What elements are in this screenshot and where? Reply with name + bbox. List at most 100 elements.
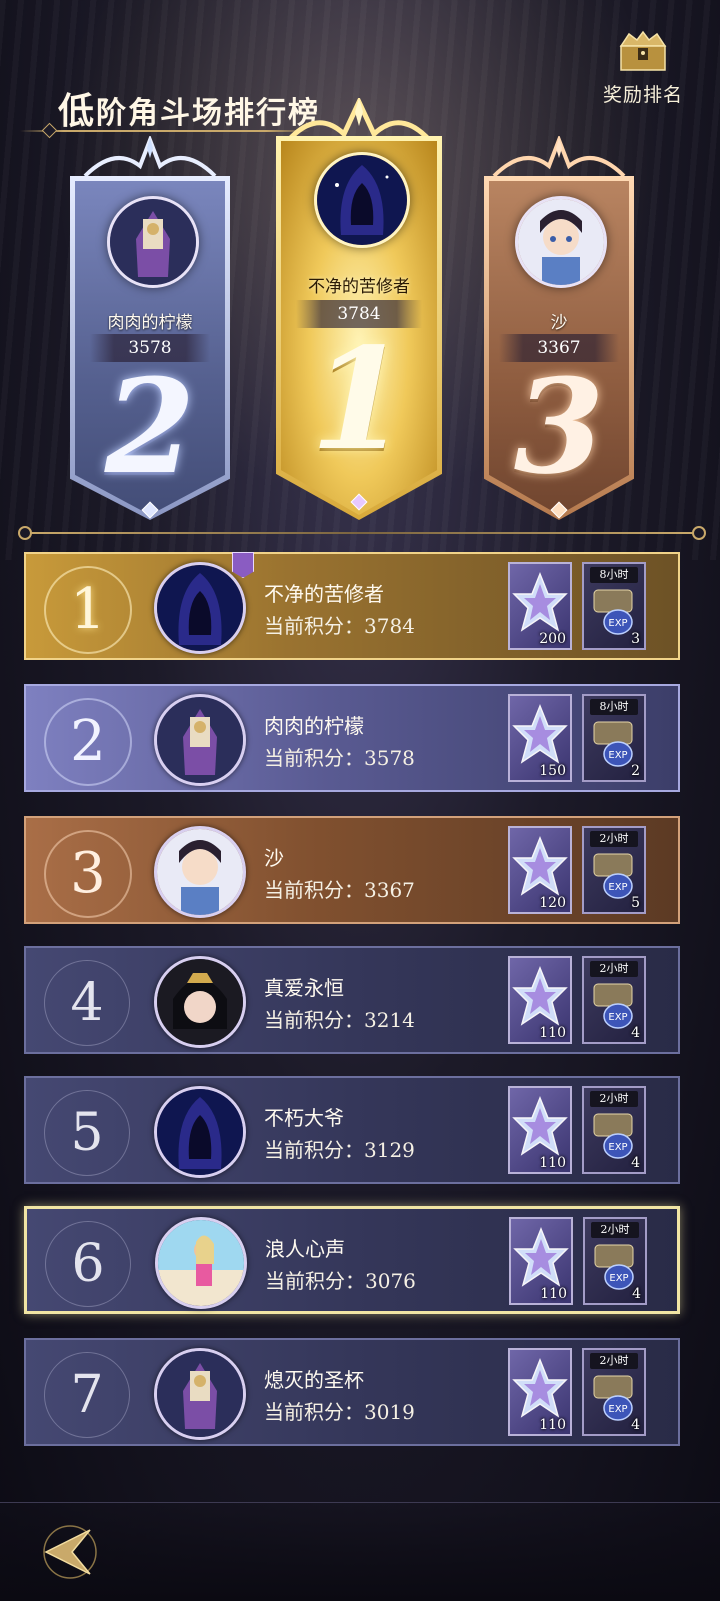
ranking-row-3[interactable]: 3 沙当前积分：3367 120 EXP 2小时 5 (24, 816, 680, 924)
podium-rank-number: 2 (104, 350, 196, 503)
player-score: 当前积分：3784 (264, 614, 415, 638)
gem-reward[interactable]: 110 (509, 1217, 573, 1305)
player-avatar[interactable] (154, 1348, 246, 1440)
exp-reward[interactable]: EXP 2小时 4 (583, 1217, 647, 1305)
gem-count: 110 (539, 1155, 566, 1171)
rank-number: 6 (45, 1221, 131, 1307)
gem-count: 200 (539, 631, 566, 647)
divider-ornament-right (692, 526, 706, 540)
gem-reward[interactable]: 110 (508, 956, 572, 1044)
gem-count: 110 (539, 1417, 566, 1433)
gem-reward[interactable]: 110 (508, 1348, 572, 1436)
podium-first[interactable]: 不净的苦修者 3784 1 (276, 98, 442, 520)
exp-duration: 2小时 (590, 1353, 638, 1369)
podium-rank-number: 3 (513, 350, 605, 503)
ranking-row-2[interactable]: 2 肉肉的柠檬当前积分：3578 150 EXP 8小时 2 (24, 684, 680, 792)
player-avatar[interactable] (154, 1086, 246, 1178)
player-score: 当前积分：3578 (264, 746, 415, 770)
ranking-row-7[interactable]: 7 熄灭的圣杯当前积分：3019 110 EXP 2小时 4 (24, 1338, 680, 1446)
exp-reward[interactable]: EXP 2小时 4 (582, 956, 646, 1044)
back-button[interactable] (32, 1516, 104, 1588)
rank-number: 4 (44, 960, 130, 1046)
gem-count: 110 (539, 1025, 566, 1041)
avatar (314, 152, 410, 248)
svg-text:EXP: EXP (608, 1012, 627, 1023)
gem-count: 110 (540, 1286, 567, 1302)
podium-rank-number: 1 (310, 318, 408, 482)
gem-reward[interactable]: 120 (508, 826, 572, 914)
treasure-chest-icon (615, 28, 671, 74)
player-name: 真爱永恒 (264, 976, 344, 1000)
ranking-row-6[interactable]: 6 浪人心声当前积分：3076 110 EXP 2小时 4 (24, 1206, 680, 1314)
exp-duration: 8小时 (590, 567, 638, 583)
rank-number: 2 (44, 698, 132, 786)
player-avatar[interactable] (155, 1217, 247, 1309)
gem-reward[interactable]: 150 (508, 694, 572, 782)
exp-duration: 2小时 (590, 1091, 638, 1107)
exp-count: 2 (631, 763, 640, 779)
player-name: 肉肉的柠檬 (264, 714, 364, 738)
section-divider (24, 532, 696, 534)
exp-reward[interactable]: EXP 8小时 3 (582, 562, 646, 650)
back-arrow-icon (43, 1525, 97, 1579)
player-avatar[interactable] (154, 956, 246, 1048)
exp-duration: 2小时 (590, 961, 638, 977)
svg-text:EXP: EXP (608, 750, 627, 761)
rank-number: 1 (44, 566, 132, 654)
reward-ranking-button[interactable]: 奖励排名 (588, 28, 698, 114)
svg-text:EXP: EXP (608, 1142, 627, 1153)
ranking-row-1[interactable]: 1 不净的苦修者当前积分：3784 200 EXP 8小时 3 (24, 552, 680, 660)
podium-third[interactable]: 沙 3367 3 (484, 136, 634, 520)
player-name: 浪人心声 (265, 1237, 345, 1261)
player-score: 当前积分：3129 (264, 1138, 415, 1162)
svg-text:EXP: EXP (608, 618, 627, 629)
exp-duration: 2小时 (590, 831, 638, 847)
ranking-row-5[interactable]: 5 不朽大爷当前积分：3129 110 EXP 2小时 4 (24, 1076, 680, 1184)
gem-reward[interactable]: 200 (508, 562, 572, 650)
title-diamond-ornament (41, 122, 58, 139)
exp-reward[interactable]: EXP 2小时 5 (582, 826, 646, 914)
gem-reward[interactable]: 110 (508, 1086, 572, 1174)
exp-count: 4 (631, 1155, 640, 1171)
podium-name: 不净的苦修者 (308, 277, 410, 297)
exp-duration: 8小时 (590, 699, 638, 715)
rank-badge-icon (232, 552, 254, 578)
rank-number: 5 (44, 1090, 130, 1176)
exp-count: 4 (631, 1417, 640, 1433)
title-first-char: 低 (58, 90, 97, 132)
exp-count: 5 (631, 895, 640, 911)
player-score: 当前积分：3367 (264, 878, 415, 902)
player-avatar[interactable] (154, 826, 246, 918)
rank-number: 7 (44, 1352, 130, 1438)
player-avatar[interactable] (154, 562, 246, 654)
player-avatar[interactable] (154, 694, 246, 786)
podium-name: 肉肉的柠檬 (107, 313, 193, 333)
ranking-row-4[interactable]: 4 真爱永恒当前积分：3214 110 EXP 2小时 4 (24, 946, 680, 1054)
avatar (515, 196, 607, 288)
player-score: 当前积分：3214 (264, 1008, 415, 1032)
title-underline (20, 130, 310, 132)
player-score: 当前积分：3076 (265, 1269, 416, 1293)
player-name: 熄灭的圣杯 (264, 1368, 364, 1392)
player-score: 当前积分：3019 (264, 1400, 415, 1424)
svg-text:EXP: EXP (608, 882, 627, 893)
exp-count: 4 (631, 1025, 640, 1041)
svg-text:EXP: EXP (608, 1404, 627, 1415)
gem-count: 120 (539, 895, 566, 911)
exp-duration: 2小时 (591, 1222, 639, 1238)
player-name: 沙 (264, 846, 284, 870)
exp-count: 4 (632, 1286, 641, 1302)
svg-text:EXP: EXP (609, 1273, 628, 1284)
reward-ranking-label: 奖励排名 (602, 84, 683, 106)
exp-reward[interactable]: EXP 2小时 4 (582, 1086, 646, 1174)
exp-count: 3 (631, 631, 640, 647)
bottom-bar (0, 1502, 720, 1601)
player-name: 不净的苦修者 (264, 582, 384, 606)
exp-reward[interactable]: EXP 8小时 2 (582, 694, 646, 782)
exp-reward[interactable]: EXP 2小时 4 (582, 1348, 646, 1436)
rank-number: 3 (44, 830, 132, 918)
podium-name: 沙 (550, 313, 568, 333)
podium-second[interactable]: 肉肉的柠檬 3578 2 (70, 136, 230, 520)
gem-count: 150 (539, 763, 566, 779)
player-name: 不朽大爷 (264, 1106, 344, 1130)
